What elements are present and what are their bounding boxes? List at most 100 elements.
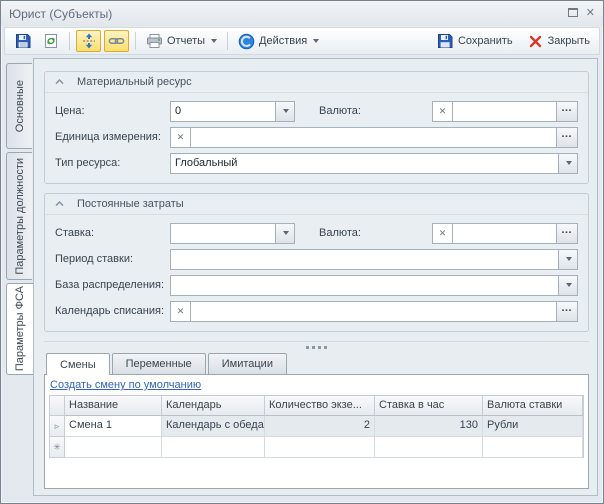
price-label: Цена: (55, 105, 170, 117)
table-header-row: Название Календарь Количество экзе... Ст… (50, 396, 583, 416)
cell-currency-empty[interactable] (483, 437, 583, 458)
cell-name[interactable]: Смена 1 (65, 416, 162, 437)
currency-input[interactable] (452, 101, 557, 122)
fixed-currency-clear-button[interactable]: ✕ (432, 223, 453, 244)
column-header-rate[interactable]: Ставка в час (375, 396, 483, 416)
clear-x-icon: ✕ (177, 306, 185, 317)
rate-label: Ставка: (55, 227, 170, 239)
cell-calendar-empty[interactable] (162, 437, 265, 458)
reports-label: Отчеты (167, 35, 205, 47)
row-header-corner[interactable] (50, 396, 65, 416)
side-tab-fsa-params[interactable]: Параметры ФСА (6, 283, 33, 375)
price-input[interactable] (170, 101, 276, 122)
price-row: Цена: Валюта: ✕ … (55, 100, 578, 122)
actions-icon (238, 33, 255, 50)
rate-period-input[interactable] (170, 249, 559, 270)
toolbar-separator (69, 32, 70, 50)
fixed-currency-input[interactable] (452, 223, 557, 244)
side-tab-position-params[interactable]: Параметры должности (6, 152, 32, 280)
cell-calendar[interactable]: Календарь с обеда (162, 416, 265, 437)
unit-browse-button[interactable]: … (556, 127, 578, 148)
maximize-icon (568, 8, 578, 17)
splitter-handle[interactable] (44, 341, 589, 353)
actions-label: Действия (259, 35, 307, 47)
tab-variables-label: Переменные (126, 358, 192, 370)
reports-button[interactable]: Отчеты (142, 30, 221, 52)
rate-combo (170, 223, 295, 244)
currency-label: Валюта: (319, 105, 409, 117)
cell-rate[interactable]: 130 (375, 416, 483, 437)
fixed-costs-group: Постоянные затраты Ставка: Валюта: ✕ (44, 193, 589, 332)
cell-count-empty[interactable] (265, 437, 375, 458)
rate-dropdown-button[interactable] (275, 223, 295, 244)
column-header-calendar[interactable]: Календарь (162, 396, 265, 416)
shifts-tab-panel: Создать смену по умолчанию Название Кале… (44, 374, 589, 489)
distribution-base-input[interactable] (170, 275, 559, 296)
material-resource-group-header[interactable]: Материальный ресурс (45, 72, 588, 93)
rate-row: Ставка: Валюта: ✕ … (55, 222, 578, 244)
resource-type-dropdown-button[interactable] (558, 153, 578, 174)
maximize-button[interactable] (568, 8, 578, 20)
autofit-height-toggle-button[interactable] (76, 30, 101, 52)
tab-shifts[interactable]: Смены (46, 353, 110, 375)
ellipsis-icon: … (561, 102, 573, 115)
cell-name-empty[interactable] (65, 437, 162, 458)
autofit-height-icon (80, 33, 97, 50)
column-header-count[interactable]: Количество экзе... (265, 396, 375, 416)
chevron-down-icon (211, 39, 217, 43)
tab-imitations[interactable]: Имитации (208, 353, 287, 374)
close-button[interactable]: ✕ (586, 8, 595, 19)
fixed-costs-group-header[interactable]: Постоянные затраты (45, 194, 588, 215)
cell-count[interactable]: 2 (265, 416, 375, 437)
unit-input[interactable] (190, 127, 557, 148)
cell-rate-empty[interactable] (375, 437, 483, 458)
cell-currency[interactable]: Рубли (483, 416, 583, 437)
save-small-button[interactable] (10, 30, 35, 52)
column-header-name[interactable]: Название (65, 396, 162, 416)
distribution-base-dropdown-button[interactable] (558, 275, 578, 296)
writeoff-calendar-clear-button[interactable]: ✕ (170, 301, 191, 322)
side-tab-strip: Основные Параметры должности Параметры Ф… (4, 58, 33, 496)
create-default-shift-link[interactable]: Создать смену по умолчанию (49, 376, 202, 395)
rate-period-label: Период ставки: (55, 253, 170, 265)
refresh-button[interactable] (38, 30, 63, 52)
currency-lookup: ✕ … (432, 101, 578, 122)
toolbar: Отчеты Действия Сохранить (4, 27, 600, 55)
link-toggle-button[interactable] (104, 30, 129, 52)
printer-icon (146, 33, 163, 50)
currency-browse-button[interactable]: … (556, 101, 578, 122)
unit-clear-button[interactable]: ✕ (170, 127, 191, 148)
currency-clear-button[interactable]: ✕ (432, 101, 453, 122)
new-row-asterisk-icon: ✳ (53, 442, 61, 453)
tab-variables[interactable]: Переменные (112, 353, 206, 374)
current-row-arrow-icon: ▹ (55, 421, 60, 432)
rate-period-dropdown-button[interactable] (558, 249, 578, 270)
material-resource-group-body: Цена: Валюта: ✕ … Единица изм (45, 93, 588, 183)
actions-button[interactable]: Действия (234, 30, 323, 52)
fixed-currency-lookup: ✕ … (432, 223, 578, 244)
side-tab-main[interactable]: Основные (6, 63, 32, 149)
writeoff-calendar-input[interactable] (190, 301, 557, 322)
current-row-indicator: ▹ (50, 416, 65, 437)
material-resource-group-title: Материальный ресурс (77, 76, 192, 88)
column-header-currency[interactable]: Валюта ставки (483, 396, 583, 416)
writeoff-calendar-browse-button[interactable]: … (556, 301, 578, 322)
ellipsis-icon: … (561, 302, 573, 315)
table-row[interactable]: ▹ Смена 1 Календарь с обеда 2 130 Рубли (50, 416, 583, 437)
window-title: Юрист (Субъекты) (9, 7, 112, 21)
chevron-down-icon (566, 283, 572, 287)
table-new-row[interactable]: ✳ (50, 437, 583, 458)
chevron-down-icon (283, 109, 289, 113)
rate-input[interactable] (170, 223, 276, 244)
resource-type-input[interactable] (170, 153, 559, 174)
price-dropdown-button[interactable] (275, 101, 295, 122)
collapse-chevron-icon (55, 79, 64, 85)
tab-shifts-label: Смены (60, 359, 96, 371)
toolbar-separator (227, 32, 228, 50)
side-tab-main-label: Основные (14, 80, 26, 132)
close-form-button[interactable]: Закрыть (523, 30, 594, 52)
fixed-currency-browse-button[interactable]: … (556, 223, 578, 244)
body-area: Основные Параметры должности Параметры Ф… (1, 58, 603, 503)
distribution-base-combo (170, 275, 578, 296)
save-button[interactable]: Сохранить (433, 30, 517, 52)
